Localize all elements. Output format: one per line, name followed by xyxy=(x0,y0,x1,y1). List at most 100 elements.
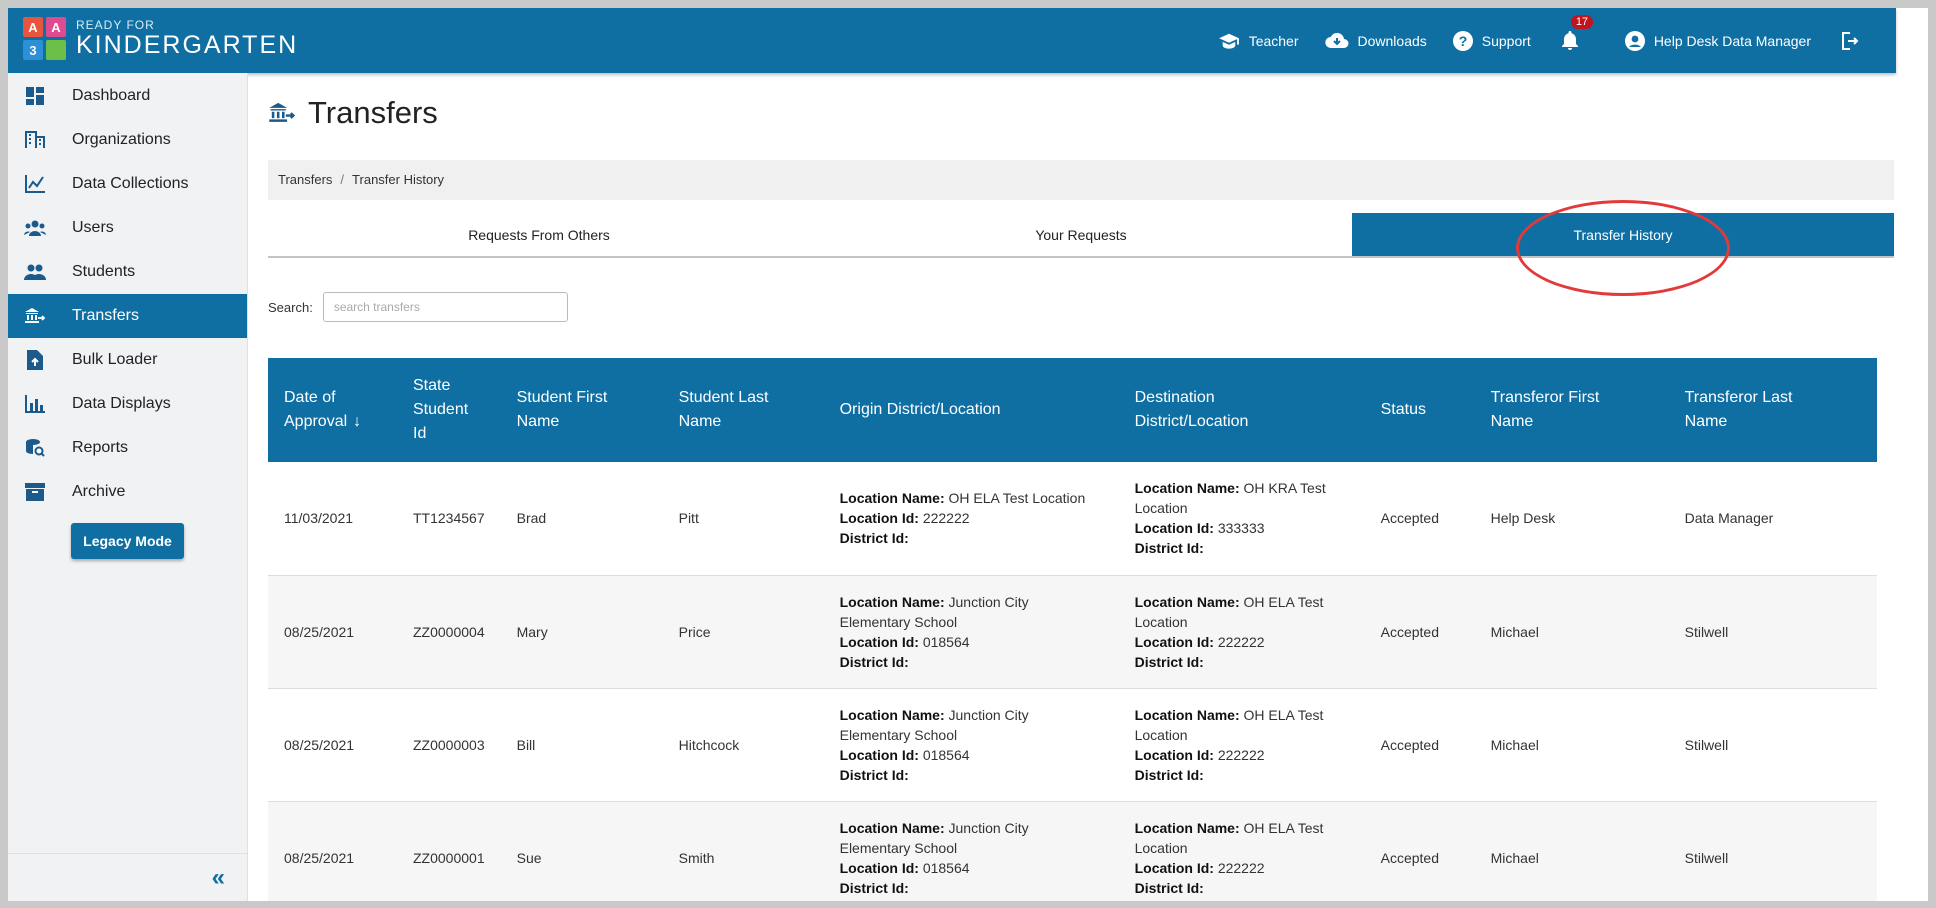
sidebar-item-students[interactable]: Students xyxy=(8,250,247,294)
logo-name: KINDERGARTEN xyxy=(76,31,299,59)
sidebar-item-label: Dashboard xyxy=(72,87,151,104)
cell-date: 11/03/2021 xyxy=(284,510,354,527)
sidebar-item-label: Users xyxy=(72,219,114,236)
sidebar-item-data-collections[interactable]: Data Collections xyxy=(8,162,247,206)
sidebar-item-label: Bulk Loader xyxy=(72,351,158,368)
column-header-transferor-first-name[interactable]: Transferor First Name xyxy=(1475,358,1669,462)
cell-destination: Location Name: OH ELA Test Location Locat… xyxy=(1134,706,1324,783)
database-search-icon xyxy=(24,437,46,459)
cell-destination: Location Name: OH ELA Test Location Locat… xyxy=(1134,593,1324,670)
cell-last-name: Hitchcock xyxy=(678,736,740,753)
cell-last-name: Smith xyxy=(678,849,715,866)
bell-icon xyxy=(1561,30,1578,50)
graduation-cap-icon xyxy=(1218,33,1239,49)
column-header-student-last-name[interactable]: Student Last Name xyxy=(663,358,824,462)
support-link[interactable]: ? Support xyxy=(1452,30,1531,51)
cell-last-name: Pitt xyxy=(678,510,699,527)
user-circle-icon xyxy=(1624,30,1645,51)
building-icon xyxy=(24,129,46,151)
logo-block: A xyxy=(46,17,66,37)
sidebar-item-archive[interactable]: Archive xyxy=(8,470,247,514)
sidebar-item-label: Reports xyxy=(72,439,129,456)
cell-ssid: ZZ0000001 xyxy=(413,849,485,866)
transfer-icon xyxy=(24,305,46,327)
user-menu[interactable]: Help Desk Data Manager xyxy=(1624,30,1811,51)
cloud-download-icon xyxy=(1324,32,1348,48)
breadcrumb-item-current: Transfer History xyxy=(352,172,445,187)
cell-status: Accepted xyxy=(1380,510,1439,527)
sidebar-item-reports[interactable]: Reports xyxy=(8,426,247,470)
sidebar-item-label: Transfers xyxy=(72,307,139,324)
cell-destination: Location Name: OH ELA Test Location Locat… xyxy=(1134,819,1324,896)
cell-status: Accepted xyxy=(1380,849,1439,866)
notifications-button[interactable]: 17 xyxy=(1561,14,1594,51)
archive-box-icon xyxy=(24,481,46,503)
sort-arrow-down-icon[interactable]: ↓ xyxy=(353,410,361,434)
sidebar-item-dashboard[interactable]: Dashboard xyxy=(8,74,247,118)
user-name: Help Desk Data Manager xyxy=(1653,32,1811,49)
logo-block xyxy=(46,40,66,60)
cell-status: Accepted xyxy=(1380,623,1439,640)
breadcrumb-item-transfers[interactable]: Transfers xyxy=(278,172,332,187)
downloads-link[interactable]: Downloads xyxy=(1324,32,1427,50)
column-header-student-first-name[interactable]: Student First Name xyxy=(501,358,663,462)
sidebar-item-users[interactable]: Users xyxy=(8,206,247,250)
users-icon xyxy=(24,217,46,239)
sidebar-collapse-bar: « xyxy=(8,853,247,901)
sidebar-item-transfers[interactable]: Transfers xyxy=(8,294,247,338)
column-header-status[interactable]: Status xyxy=(1365,358,1475,462)
search-label: Search: xyxy=(268,299,313,315)
cell-transferor-first: Michael xyxy=(1490,736,1539,753)
bar-chart-icon xyxy=(24,393,46,415)
cell-status: Accepted xyxy=(1380,736,1439,753)
cell-last-name: Price xyxy=(678,623,711,640)
tab-requests-from-others[interactable]: Requests From Others xyxy=(268,213,810,256)
column-header-date-of-approval[interactable]: Date of Approval ↓ xyxy=(268,358,397,462)
breadcrumb: Transfers / Transfer History xyxy=(268,160,1894,200)
app-logo[interactable]: A A 3 READY FOR KINDERGARTEN xyxy=(23,17,298,60)
table-row[interactable]: 08/25/2021 ZZ0000003 Bill Hitchcock Loca… xyxy=(268,688,1877,801)
cell-transferor-last: Stilwell xyxy=(1684,849,1729,866)
table-row[interactable]: 11/03/2021 TT1234567 Brad Pitt Location … xyxy=(268,462,1877,575)
sidebar-item-label: Archive xyxy=(72,483,126,500)
column-header-destination[interactable]: Destination District/Location xyxy=(1119,358,1365,462)
cell-ssid: ZZ0000003 xyxy=(413,736,485,753)
sidebar-item-bulk-loader[interactable]: Bulk Loader xyxy=(8,338,247,382)
logo-tagline: READY FOR xyxy=(76,18,155,32)
tab-your-requests[interactable]: Your Requests xyxy=(810,213,1352,256)
legacy-mode-button[interactable]: Legacy Mode xyxy=(71,523,184,559)
sidebar-item-label: Data Collections xyxy=(72,175,189,192)
sidebar: Dashboard Organizations Data Collections… xyxy=(8,73,248,901)
table-row[interactable]: 08/25/2021 ZZ0000001 Sue Smith Location … xyxy=(268,801,1877,901)
cell-transferor-first: Help Desk xyxy=(1490,510,1556,527)
cell-ssid: TT1234567 xyxy=(413,510,485,527)
sidebar-item-organizations[interactable]: Organizations xyxy=(8,118,247,162)
sidebar-item-label: Students xyxy=(72,263,136,280)
page-header: Transfers xyxy=(268,95,438,131)
cell-transferor-last: Stilwell xyxy=(1684,623,1729,640)
collapse-sidebar-icon[interactable]: « xyxy=(212,864,225,892)
column-header-transferor-last-name[interactable]: Transferor Last Name xyxy=(1669,358,1877,462)
logout-button[interactable] xyxy=(1839,31,1868,51)
sidebar-item-label: Data Displays xyxy=(72,395,171,412)
search-input[interactable] xyxy=(322,292,568,322)
logout-icon xyxy=(1842,31,1859,50)
cell-date: 08/25/2021 xyxy=(284,736,355,753)
table-row[interactable]: 08/25/2021 ZZ0000004 Mary Price Location… xyxy=(268,575,1877,688)
sidebar-item-data-displays[interactable]: Data Displays xyxy=(8,382,247,426)
cell-origin: Location Name: OH ELA Test Location Locat… xyxy=(839,490,1086,547)
top-bar: A A 3 READY FOR KINDERGARTEN Teacher Dow… xyxy=(8,8,1896,73)
teacher-link[interactable]: Teacher xyxy=(1218,32,1299,50)
logo-block: 3 xyxy=(23,40,43,60)
cell-destination: Location Name: OH KRA Test Location Locat… xyxy=(1134,480,1326,557)
cell-date: 08/25/2021 xyxy=(284,623,355,640)
breadcrumb-separator: / xyxy=(340,172,345,187)
cell-first-name: Sue xyxy=(516,849,542,866)
sidebar-item-label: Organizations xyxy=(72,131,171,148)
column-header-state-student-id[interactable]: State Student Id xyxy=(397,358,501,462)
notification-count-badge: 17 xyxy=(1570,14,1594,29)
column-header-origin[interactable]: Origin District/Location xyxy=(824,358,1119,462)
logo-block: A xyxy=(23,17,43,37)
cell-transferor-last: Stilwell xyxy=(1684,736,1729,753)
cell-origin: Location Name: Junction City Elementary … xyxy=(839,819,1029,896)
